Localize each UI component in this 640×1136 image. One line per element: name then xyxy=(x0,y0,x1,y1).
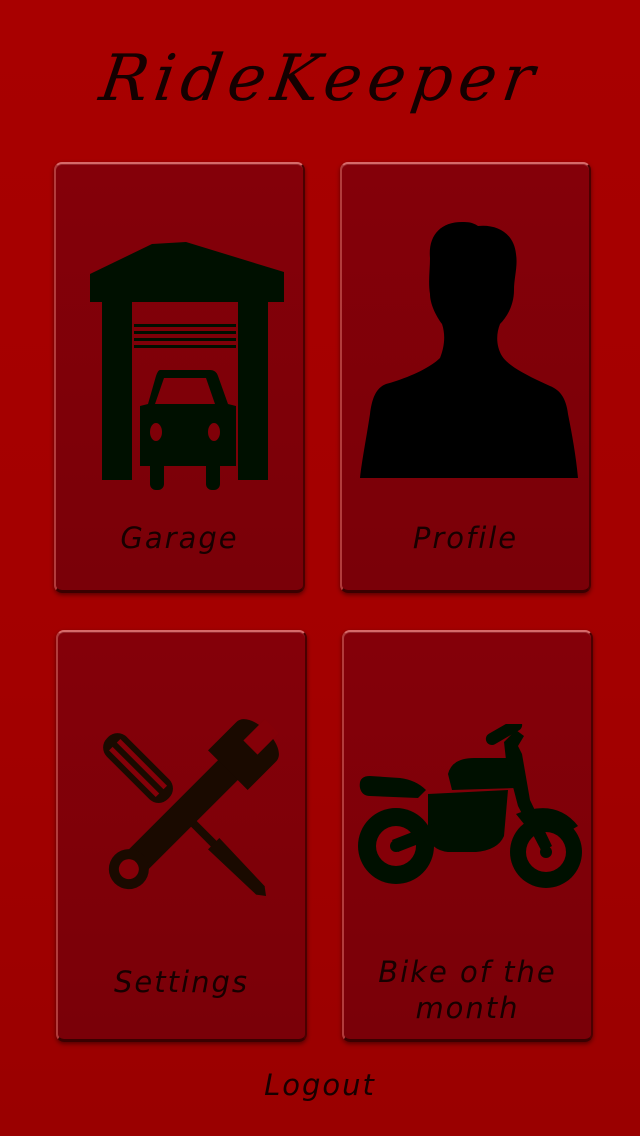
bike-of-the-month-label-line2: month xyxy=(415,991,520,1025)
settings-label: Settings xyxy=(114,965,249,999)
motorcycle-icon xyxy=(358,724,582,888)
bike-of-the-month-label-line1: Bike of the xyxy=(378,955,557,989)
wrench-screwdriver-icon xyxy=(103,719,279,897)
garage-label: Garage xyxy=(120,521,239,555)
logout-button[interactable]: Logout xyxy=(0,1068,640,1102)
garage-tile[interactable]: Garage xyxy=(54,162,305,593)
profile-tile[interactable]: Profile xyxy=(340,162,591,593)
profile-label: Profile xyxy=(412,521,519,555)
settings-tile[interactable]: Settings xyxy=(56,630,307,1042)
bike-of-the-month-tile[interactable]: Bike of the month xyxy=(342,630,593,1042)
person-silhouette-icon xyxy=(360,222,578,478)
garage-icon xyxy=(90,242,284,490)
app-title: RideKeeper xyxy=(95,42,545,116)
